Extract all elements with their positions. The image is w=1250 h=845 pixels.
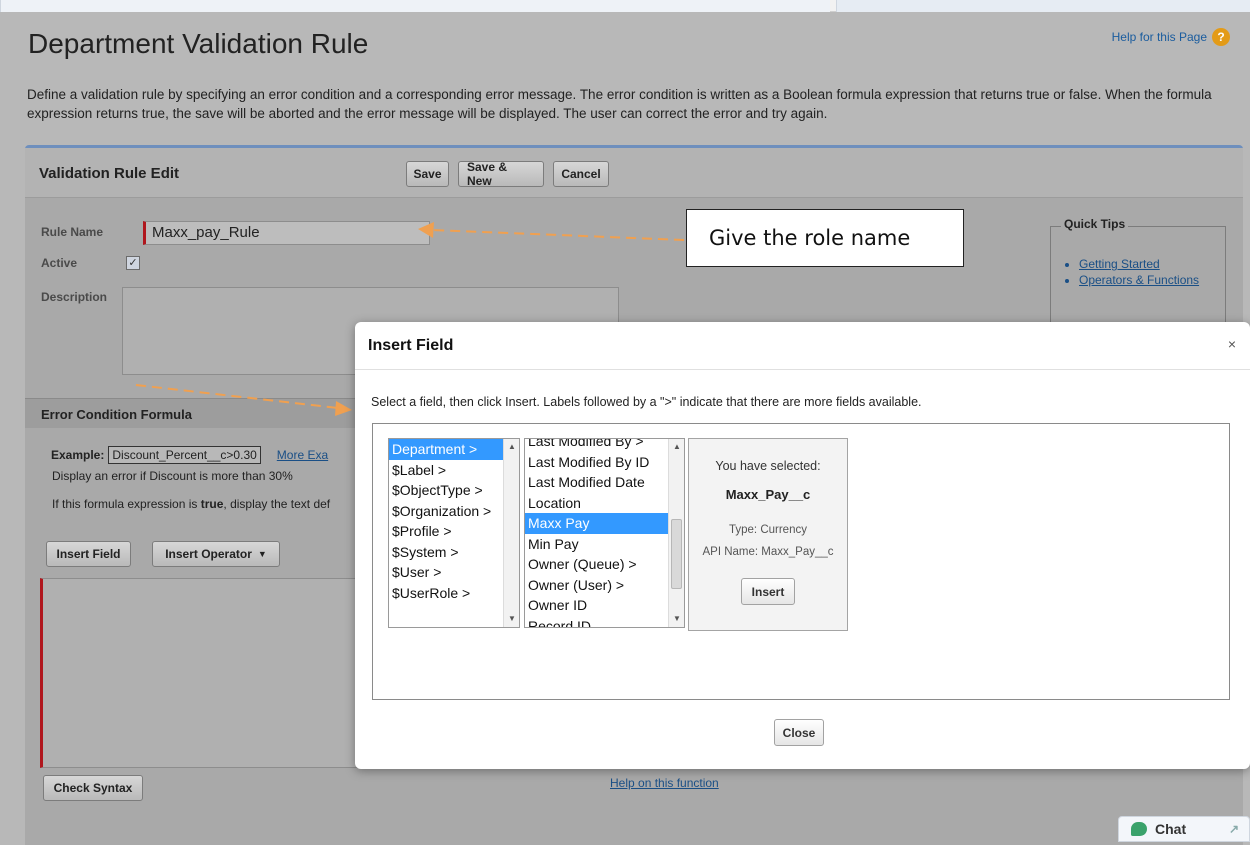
- field-listbox[interactable]: Last Modified By > Last Modified By ID Las…: [524, 438, 685, 628]
- field-list-options: Last Modified By > Last Modified By ID Las…: [525, 439, 684, 628]
- expand-arrow-icon[interactable]: ↗: [1229, 822, 1239, 836]
- intro-text: Define a validation rule by specifying a…: [27, 87, 1212, 121]
- example-description: Display an error if Discount is more tha…: [52, 469, 293, 483]
- annotation-callout: Give the role name: [686, 209, 964, 267]
- top-strip-segment: [836, 0, 1250, 12]
- field-list-option[interactable]: Owner (User) >: [525, 575, 684, 596]
- chat-bubble-icon[interactable]: [1131, 822, 1147, 836]
- question-icon[interactable]: ?: [1212, 28, 1230, 46]
- dialog-title: Insert Field: [368, 337, 454, 354]
- dialog-header: Insert Field ×: [355, 322, 1250, 370]
- panel-header: Validation Rule Edit Save Save & New Can…: [25, 148, 1243, 198]
- error-condition-title: Error Condition Formula: [41, 407, 192, 422]
- object-list-option[interactable]: $ObjectType >: [389, 480, 519, 501]
- scroll-thumb[interactable]: [671, 519, 682, 589]
- quick-tip-getting-started[interactable]: Getting Started: [1079, 257, 1199, 271]
- close-icon[interactable]: ×: [1228, 336, 1236, 352]
- quick-tip-operators-functions[interactable]: Operators & Functions: [1079, 273, 1199, 287]
- selected-field-panel: You have selected: Maxx_Pay__c Type: Cur…: [688, 438, 848, 631]
- scroll-down-icon[interactable]: ▼: [504, 611, 519, 627]
- dialog-description: Select a field, then click Insert. Label…: [371, 395, 922, 409]
- cancel-button[interactable]: Cancel: [553, 161, 609, 187]
- object-listbox[interactable]: Department > $Label > $ObjectType > $Organi…: [388, 438, 520, 628]
- scroll-up-icon[interactable]: ▲: [504, 439, 519, 455]
- field-list-option[interactable]: Record ID: [525, 616, 684, 628]
- panel-title: Validation Rule Edit: [39, 165, 180, 182]
- more-examples-link[interactable]: More Exa: [277, 448, 328, 462]
- object-list-option[interactable]: $User >: [389, 562, 519, 583]
- quick-tips-box: Quick Tips Getting Started Operators & F…: [1050, 217, 1226, 329]
- object-list-option[interactable]: $System >: [389, 542, 519, 563]
- object-list-option[interactable]: $UserRole >: [389, 583, 519, 604]
- chat-widget[interactable]: Chat ↗: [1118, 816, 1250, 842]
- help-for-page-link[interactable]: Help for this Page ?: [1112, 28, 1230, 46]
- field-list-option[interactable]: Location: [525, 493, 684, 514]
- rule-name-input[interactable]: Maxx_pay_Rule: [143, 221, 430, 245]
- if-true-text-post: , display the text def: [223, 497, 331, 511]
- object-list-scrollbar[interactable]: ▲ ▼: [503, 439, 519, 627]
- field-list-option[interactable]: Owner (Queue) >: [525, 554, 684, 575]
- insert-operator-button[interactable]: Insert Operator ▼: [152, 541, 280, 567]
- field-picker-box: Department > $Label > $ObjectType > $Organi…: [372, 423, 1230, 700]
- save-button[interactable]: Save: [406, 161, 449, 187]
- example-label: Example:: [51, 448, 105, 462]
- if-true-text: If this formula expression is true, disp…: [52, 497, 330, 511]
- if-true-text-bold: true: [200, 497, 224, 511]
- description-label: Description: [41, 290, 108, 304]
- field-list-option[interactable]: Last Modified By ID: [525, 452, 684, 473]
- chevron-down-icon[interactable]: ▼: [258, 549, 267, 559]
- insert-field-button[interactable]: Insert Field: [46, 541, 131, 567]
- save-and-new-button[interactable]: Save & New: [458, 160, 544, 188]
- insert-operator-label[interactable]: Insert Operator: [165, 547, 252, 561]
- field-list-option[interactable]: Maxx Pay: [525, 513, 684, 534]
- active-checkbox[interactable]: ✓: [126, 256, 140, 270]
- field-list-option[interactable]: Last Modified By >: [525, 439, 684, 452]
- selected-field-type: Type: Currency: [729, 524, 807, 536]
- page-title: Department Validation Rule: [28, 28, 369, 59]
- object-list-option[interactable]: Department >: [389, 439, 519, 460]
- selected-field-api-name: API Name: Maxx_Pay__c: [702, 546, 834, 558]
- selected-field-name: Maxx_Pay__c: [725, 487, 811, 502]
- insert-field-dialog: Insert Field × Select a field, then clic…: [355, 322, 1250, 769]
- check-syntax-button[interactable]: Check Syntax: [43, 775, 143, 801]
- insert-button[interactable]: Insert: [741, 578, 795, 605]
- scroll-up-icon[interactable]: ▲: [669, 439, 684, 455]
- help-link-label[interactable]: Help for this Page: [1112, 30, 1207, 44]
- example-row: Example: Discount_Percent__c>0.30 More E…: [51, 446, 328, 464]
- browser-top-strip: [0, 0, 1250, 12]
- close-button[interactable]: Close: [774, 719, 824, 746]
- top-strip-segment: [0, 0, 830, 12]
- field-list-option[interactable]: Min Pay: [525, 534, 684, 555]
- object-list-option[interactable]: $Label >: [389, 460, 519, 481]
- active-label: Active: [41, 256, 78, 270]
- if-true-text-pre: If this formula expression is: [52, 497, 201, 511]
- rule-name-label: Rule Name: [41, 225, 104, 239]
- object-list-options: Department > $Label > $ObjectType > $Organi…: [389, 439, 519, 603]
- chat-label[interactable]: Chat: [1155, 821, 1186, 837]
- selected-heading: You have selected:: [715, 459, 821, 473]
- example-code: Discount_Percent__c>0.30: [108, 446, 261, 464]
- field-list-option[interactable]: Owner ID: [525, 595, 684, 616]
- object-list-option[interactable]: $Organization >: [389, 501, 519, 522]
- help-on-function-link[interactable]: Help on this function: [610, 776, 719, 790]
- quick-tips-title: Quick Tips: [1061, 217, 1129, 231]
- object-list-option[interactable]: $Profile >: [389, 521, 519, 542]
- field-list-option[interactable]: Last Modified Date: [525, 472, 684, 493]
- field-list-scrollbar[interactable]: ▲ ▼: [668, 439, 684, 627]
- scroll-down-icon[interactable]: ▼: [669, 611, 684, 627]
